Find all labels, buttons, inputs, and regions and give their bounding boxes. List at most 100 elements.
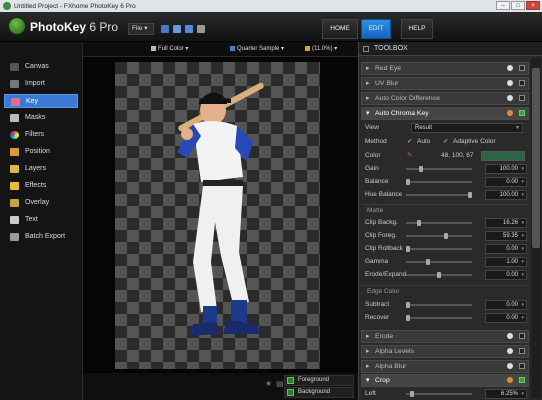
toolbox-collapse-icon[interactable] [363,46,369,52]
eye-icon[interactable] [507,65,513,71]
baseball-player-image [177,82,264,336]
window-controls: – □ × [496,1,540,10]
layer-stack-icon[interactable]: ▤ [276,379,284,388]
sidebar-item-batch-export[interactable]: Batch Export [4,230,78,244]
eye-icon[interactable] [507,80,513,86]
clip-backg-input[interactable]: 16.26 [485,218,527,228]
subtract-input[interactable]: 0.00 [485,300,527,310]
adaptive-color-checkbox[interactable]: ✔ [443,136,448,148]
eyedropper-icon[interactable]: ✎ [407,150,412,162]
clip-rollback-input[interactable]: 0.00 [485,244,527,254]
section-crop[interactable]: ▾ Crop [361,374,529,387]
enable-toggle[interactable] [519,80,525,86]
enable-toggle[interactable] [519,377,525,383]
recover-row: Recover 0.00 [361,312,529,324]
background-checkbox[interactable] [287,389,294,396]
sidebar-item-canvas[interactable]: Canvas [4,60,78,74]
file-menu[interactable]: File ▾ [128,23,154,35]
section-uv-blur[interactable]: ▸ UV Blur [361,77,529,90]
eye-icon[interactable] [507,348,513,354]
nav-home-button[interactable]: HOME [322,19,358,39]
app-window: Untitled Project - FXhome PhotoKey 6 Pro… [0,0,542,400]
new-project-icon[interactable] [161,25,169,33]
eye-icon[interactable] [507,95,513,101]
eye-icon[interactable] [507,363,513,369]
sidebar: Canvas Import Key Masks Filters Position… [0,42,83,400]
section-auto-color-difference[interactable]: ▸ Auto Color Difference [361,92,529,105]
sidebar-item-filters[interactable]: Filters [4,128,78,142]
sidebar-item-overlay[interactable]: Overlay [4,196,78,210]
minimize-button[interactable]: – [496,1,510,10]
section-alpha-blur[interactable]: ▸ Alpha Blur [361,360,529,373]
auto-checkbox[interactable]: ✔ [407,136,412,148]
foreground-checkbox[interactable] [287,377,294,384]
eye-icon[interactable] [507,110,513,116]
section-alpha-levels[interactable]: ▸ Alpha Levels [361,345,529,358]
sidebar-item-position[interactable]: Position [4,145,78,159]
enable-toggle[interactable] [519,110,525,116]
sidebar-item-masks[interactable]: Masks [4,111,78,125]
erode-expand-input[interactable]: 0.00 [485,270,527,280]
zoom-dropdown[interactable]: (11.0%) ▾ [305,45,337,54]
print-icon[interactable] [197,25,205,33]
color-mode-dropdown[interactable]: Full Color ▾ [151,45,188,54]
crop-left-input[interactable]: 6.25% [485,389,527,399]
nav-help-button[interactable]: HELP [401,19,433,39]
enable-toggle[interactable] [519,65,525,71]
section-erode[interactable]: ▸ Erode [361,330,529,343]
section-red-eye[interactable]: ▸ Red Eye [361,62,529,75]
photokey-logo-icon [8,17,26,35]
enable-toggle[interactable] [519,333,525,339]
layers-icon [10,165,19,173]
enable-toggle[interactable] [519,95,525,101]
adaptive-color-label: Adaptive Color [453,138,496,145]
eye-icon[interactable] [507,377,513,383]
title-bar: Untitled Project - FXhome PhotoKey 6 Pro… [0,0,542,12]
star-icon[interactable]: ★ [265,379,272,388]
sidebar-item-import[interactable]: Import [4,77,78,91]
clip-rollback-row: Clip Rollback 0.00 [361,243,529,255]
eye-icon[interactable] [507,333,513,339]
maximize-button[interactable]: □ [511,1,525,10]
hue-balance-input[interactable]: 100.00 [485,190,527,200]
balance-input[interactable]: 0.00 [485,177,527,187]
scrollbar-thumb[interactable] [532,68,540,248]
nav-edit-button[interactable]: EDIT [361,19,391,39]
layers-bar: ★ ▤ Foreground Background [83,373,358,400]
layer-foreground-row[interactable]: Foreground [284,375,354,386]
sidebar-item-key[interactable]: Key [4,94,78,108]
sidebar-item-text[interactable]: Text [4,213,78,227]
section-auto-chroma-key[interactable]: ▾ Auto Chroma Key [361,107,529,120]
sidebar-item-effects[interactable]: Effects [4,179,78,193]
enable-toggle[interactable] [519,363,525,369]
save-project-icon[interactable] [185,25,193,33]
top-bar: PhotoKey 6 Pro File ▾ HOME EDIT HELP [0,12,542,42]
toolbox-header: TOOLBOX [359,42,542,56]
gain-row: Gain 100.00 [361,163,529,175]
clip-foreg-row: Clip Foreg. 59.35 [361,230,529,242]
canvas-options-bar: Full Color ▾ Quarter Sample ▾ (11.0%) ▾ [83,42,358,57]
clip-foreg-input[interactable]: 59.35 [485,231,527,241]
import-icon [10,80,19,88]
recover-input[interactable]: 0.00 [485,313,527,323]
close-button[interactable]: × [526,1,540,10]
crop-left-row: Left 6.25% [361,388,529,400]
canvas-icon [10,63,19,71]
sidebar-item-layers[interactable]: Layers [4,162,78,176]
enable-toggle[interactable] [519,348,525,354]
gain-input[interactable]: 100.00 [485,164,527,174]
gamma-input[interactable]: 1.00 [485,257,527,267]
method-row: Method ✔ Auto ✔ Adaptive Color [361,136,529,148]
overlay-icon [10,199,19,207]
image-canvas[interactable] [115,62,320,369]
color-value: 48, 100, 67 [441,152,474,159]
layer-background-row[interactable]: Background [284,387,354,398]
toolbox-scrollbar[interactable] [531,58,541,398]
view-dropdown[interactable]: Result ▾ [411,123,523,133]
key-color-swatch[interactable] [481,151,525,161]
main-view: Full Color ▾ Quarter Sample ▾ (11.0%) ▾ [83,42,358,400]
sample-dropdown[interactable]: Quarter Sample ▾ [230,45,284,54]
open-project-icon[interactable] [173,25,181,33]
batch-export-icon [10,233,19,241]
view-row: View Result ▾ [361,122,529,134]
